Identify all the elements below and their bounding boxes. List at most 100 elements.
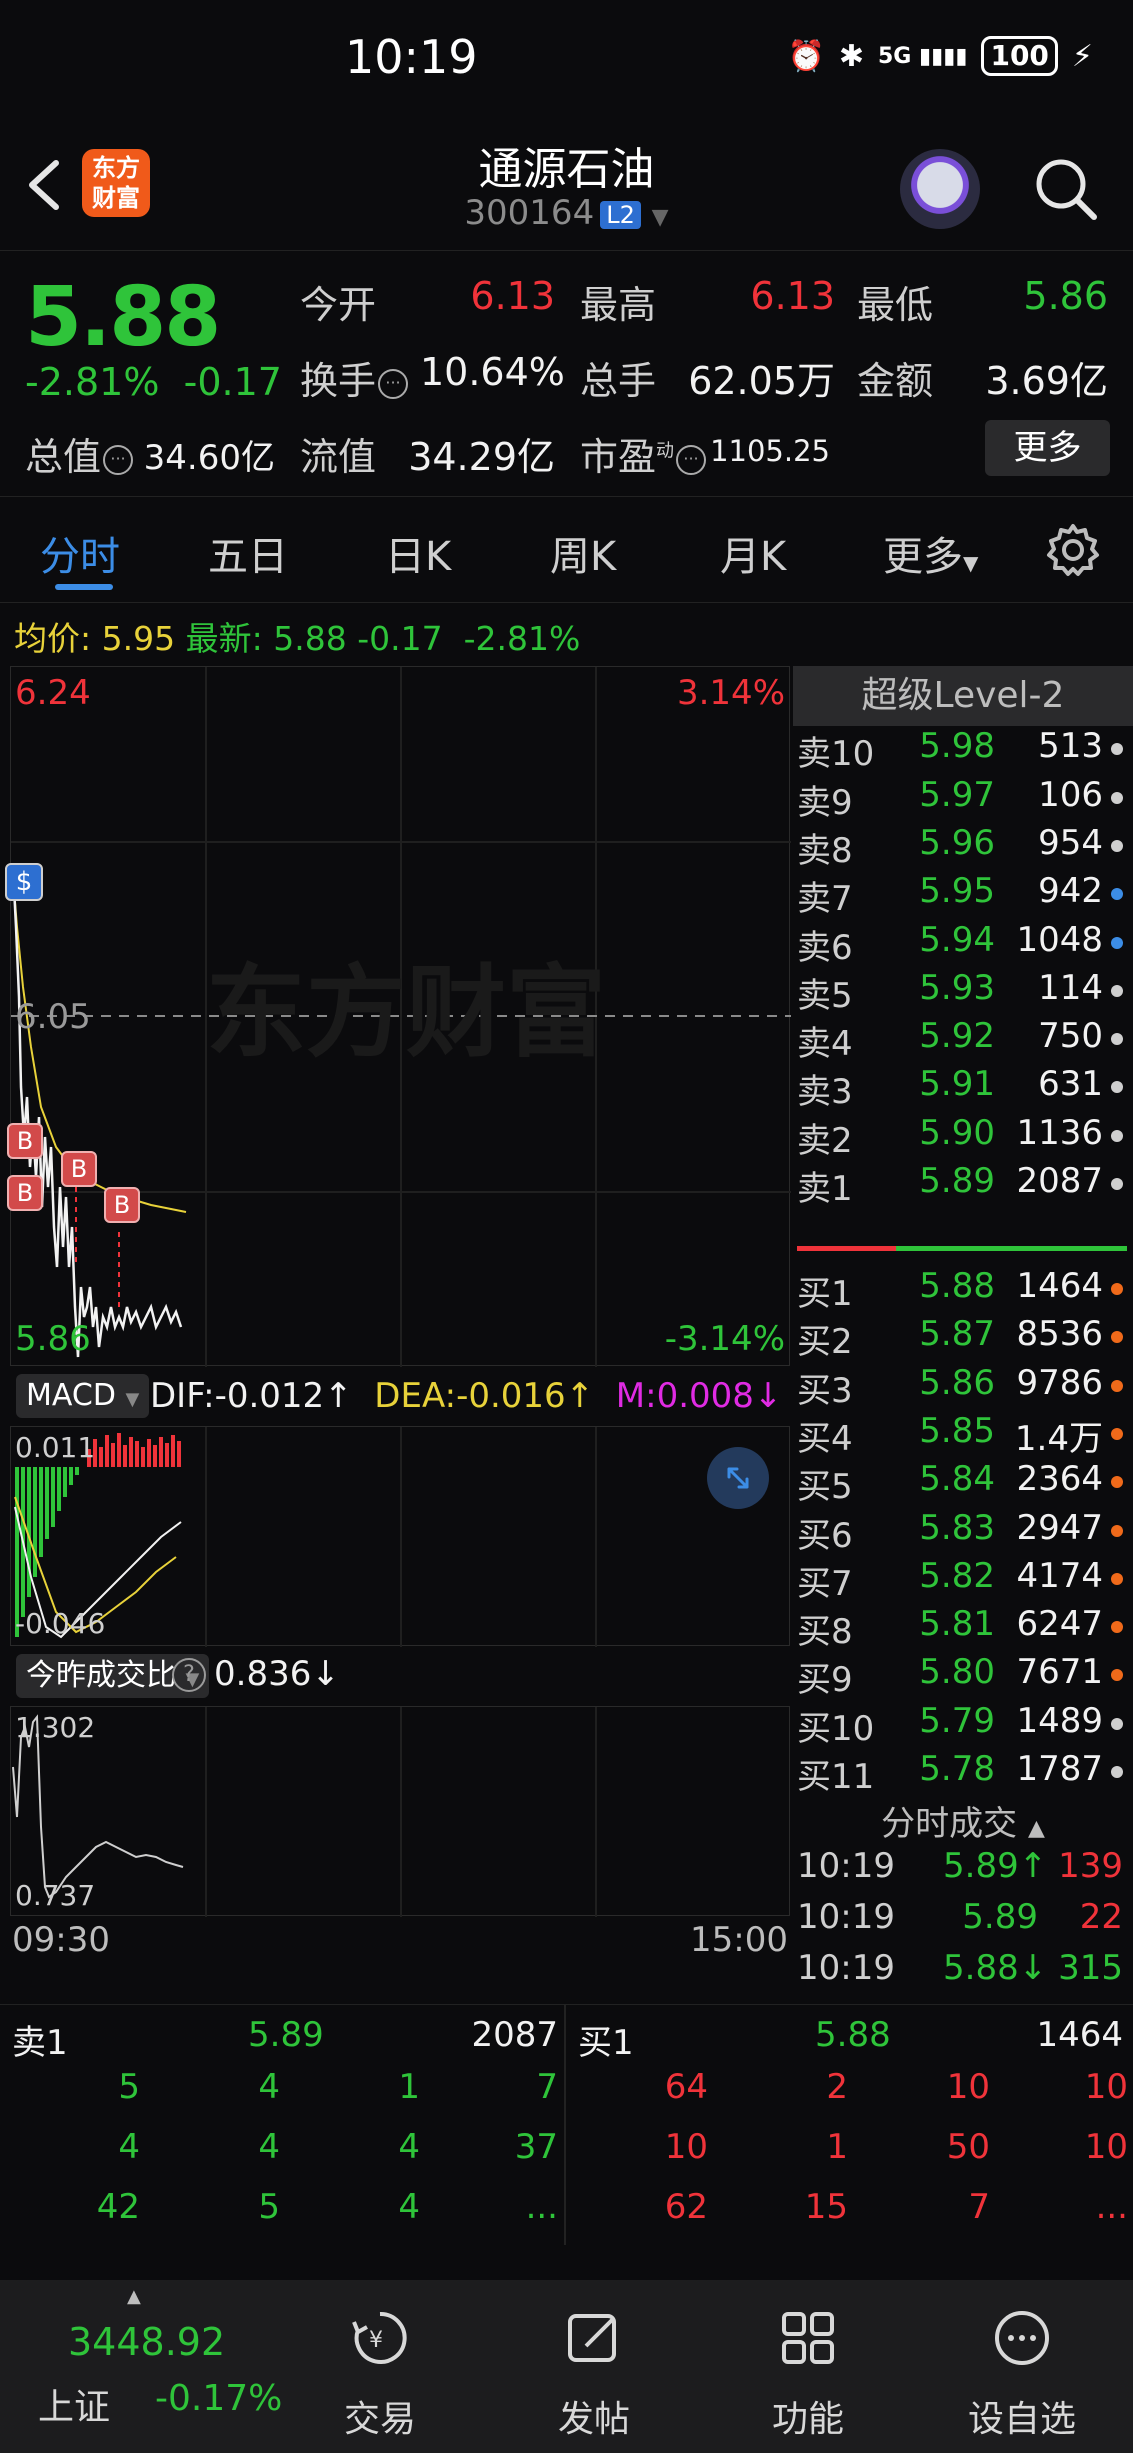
bid-row[interactable]: 买2 5.87 8536 <box>793 1314 1133 1362</box>
status-bar: 10:19 ⏰ ✱ 5G ▮▮▮▮ 100 ⚡ <box>0 0 1133 125</box>
grid-icon <box>782 2312 834 2364</box>
bid-level-label: 买1 <box>797 1274 853 1314</box>
ask-row[interactable]: 卖7 5.95 942 <box>793 871 1133 919</box>
ask-queue-cell: 42 <box>96 2187 140 2227</box>
assistant-robot-icon[interactable] <box>900 149 980 229</box>
nav-functions[interactable]: 功能 <box>708 2280 908 2453</box>
ask-row[interactable]: 卖4 5.92 750 <box>793 1016 1133 1064</box>
bid-row[interactable]: 买1 5.88 1464 <box>793 1266 1133 1314</box>
float-value: 34.29亿 <box>408 435 555 479</box>
ask-row[interactable]: 卖2 5.90 1136 <box>793 1113 1133 1161</box>
volume-ratio-value: 0.836↓ <box>214 1654 340 1694</box>
bid-row[interactable]: 买4 5.85 1.4万 <box>793 1411 1133 1459</box>
index-value: 3448.92 <box>68 2320 226 2364</box>
pct-max-label: 3.14% <box>676 673 785 713</box>
intraday-chart-area[interactable]: 东方财富 6.24 3.14% 6.05 5.86 -3.14% $ B B B… <box>5 666 791 1964</box>
open-value: 6.13 <box>470 274 555 318</box>
high-value: 6.13 <box>750 274 835 318</box>
bottom-nav: ▲ 3448.92 上证 -0.17% ¥ 交易 发帖 功能 设自选 <box>0 2280 1133 2453</box>
help-icon[interactable]: ? <box>172 1658 206 1692</box>
mktcap-label[interactable]: 总值 ··· <box>25 426 134 481</box>
tab-more[interactable]: 更多▼ <box>883 524 978 582</box>
bid-row[interactable]: 买9 5.80 7671 <box>793 1652 1133 1700</box>
buy-marker-icon[interactable]: B <box>61 1151 97 1187</box>
ask-row[interactable]: 卖1 5.89 2087 <box>793 1161 1133 1209</box>
bid-row[interactable]: 买8 5.81 6247 <box>793 1604 1133 1652</box>
ask-row[interactable]: 卖5 5.93 114 <box>793 968 1133 1016</box>
level2-title[interactable]: 超级Level-2 <box>793 666 1133 726</box>
ask-qty: 513 <box>1038 726 1103 767</box>
search-icon[interactable] <box>1030 153 1100 223</box>
dollar-marker-icon[interactable]: $ <box>5 863 43 901</box>
ask-queue-cell: 4 <box>398 2187 420 2227</box>
ask-level-label: 卖10 <box>797 734 875 775</box>
tick-price: 5.88↓ <box>943 1948 1048 1988</box>
bid-queue-cell: 64 <box>664 2067 708 2107</box>
quote-panel: 5.88 -2.81% -0.17 今开 6.13 最高 6.13 最低 5.8… <box>0 252 1133 497</box>
ask-price: 5.92 <box>919 1016 995 1057</box>
ask-row[interactable]: 卖10 5.98 513 <box>793 726 1133 774</box>
average-price-line: 均价: 5.95 最新: 5.88 -0.17 -2.81% <box>14 619 581 658</box>
bid-queue-cell: 1 <box>826 2127 848 2167</box>
bid-queue-cell: 15 <box>804 2187 848 2227</box>
volume-value: 62.05万 <box>688 359 835 403</box>
buy-marker-icon[interactable]: B <box>7 1175 43 1211</box>
tick-volume: 22 <box>1079 1897 1123 1937</box>
more-button[interactable]: 更多 <box>985 420 1110 476</box>
ask-row[interactable]: 卖8 5.96 954 <box>793 823 1133 871</box>
bid-price: 5.86 <box>919 1362 995 1403</box>
bid-row[interactable]: 买11 5.78 1787 <box>793 1749 1133 1797</box>
bid-price: 5.84 <box>919 1459 995 1500</box>
bid-dot-icon <box>1111 1283 1123 1295</box>
bid-queue-cell: 10 <box>664 2127 708 2167</box>
nav-add-watchlist[interactable]: 设自选 <box>922 2280 1122 2453</box>
bid-level-label: 买9 <box>797 1660 853 1701</box>
macd-chart[interactable]: 0.011 -0.046 <box>10 1426 790 1647</box>
tick-time: 10:19 <box>797 1897 895 1937</box>
intraday-price-chart[interactable]: 东方财富 6.24 3.14% 6.05 5.86 -3.14% $ B B B… <box>5 666 791 1367</box>
gear-icon[interactable] <box>1045 522 1101 578</box>
buy-marker-icon[interactable]: B <box>7 1123 43 1159</box>
tab-weekly-k[interactable]: 周K <box>550 524 616 582</box>
nav-post[interactable]: 发帖 <box>494 2280 694 2453</box>
bid-row[interactable]: 买3 5.86 9786 <box>793 1363 1133 1411</box>
tab-five-day[interactable]: 五日 <box>208 524 288 582</box>
volume-ratio-chart[interactable]: 1.302 0.737 <box>10 1706 790 1917</box>
expand-icon[interactable] <box>707 1447 769 1509</box>
turnover-label[interactable]: 换手 ··· <box>300 350 409 405</box>
pe-label[interactable]: 市盈动 ··· <box>580 426 707 481</box>
tick-price: 5.89 <box>962 1897 1038 1937</box>
index-ticker[interactable]: ▲ 3448.92 上证 -0.17% <box>0 2280 282 2453</box>
trade-icon: ¥ <box>352 2311 407 2364</box>
ask-row[interactable]: 卖9 5.97 106 <box>793 775 1133 823</box>
macd-selector[interactable]: MACD ▼ <box>16 1374 150 1418</box>
macd-y-max: 0.011 <box>15 1431 96 1464</box>
ask-qty: 1048 <box>1016 919 1103 960</box>
bid-row[interactable]: 买10 5.79 1489 <box>793 1701 1133 1749</box>
tab-daily-k[interactable]: 日K <box>385 524 451 582</box>
info-icon[interactable]: ··· <box>378 368 409 399</box>
ask-level-label: 卖7 <box>797 879 853 920</box>
bid-row[interactable]: 买6 5.83 2947 <box>793 1508 1133 1556</box>
tab-intraday[interactable]: 分时 <box>40 524 120 582</box>
info-icon[interactable]: ··· <box>103 444 134 475</box>
ask-row[interactable]: 卖3 5.91 631 <box>793 1064 1133 1112</box>
ask-level-label: 卖8 <box>797 830 853 871</box>
bid-qty: 2364 <box>1016 1459 1103 1500</box>
bid-qty: 8536 <box>1016 1314 1103 1355</box>
buy-marker-icon[interactable]: B <box>104 1187 140 1223</box>
bid-row[interactable]: 买7 5.82 4174 <box>793 1556 1133 1604</box>
bid-row[interactable]: 买5 5.84 2364 <box>793 1459 1133 1507</box>
bid-dot-icon <box>1111 1717 1123 1730</box>
tab-monthly-k[interactable]: 月K <box>720 524 786 582</box>
ask-level-label: 卖3 <box>797 1072 853 1113</box>
ask-row[interactable]: 卖6 5.94 1048 <box>793 920 1133 968</box>
ticks-title[interactable]: 分时成交 ▲ <box>793 1796 1133 1845</box>
ask-qty: 114 <box>1038 967 1103 1008</box>
nav-trade[interactable]: ¥ 交易 <box>280 2280 480 2453</box>
battery-icon: 100 <box>981 36 1058 76</box>
watermark: 东方财富 <box>206 957 606 1069</box>
tick-row: 10:19 5.89 22 <box>793 1897 1133 1947</box>
queue-ask-label: 卖1 <box>12 2023 68 2063</box>
queue-ask-qty: 2087 <box>471 2015 558 2055</box>
